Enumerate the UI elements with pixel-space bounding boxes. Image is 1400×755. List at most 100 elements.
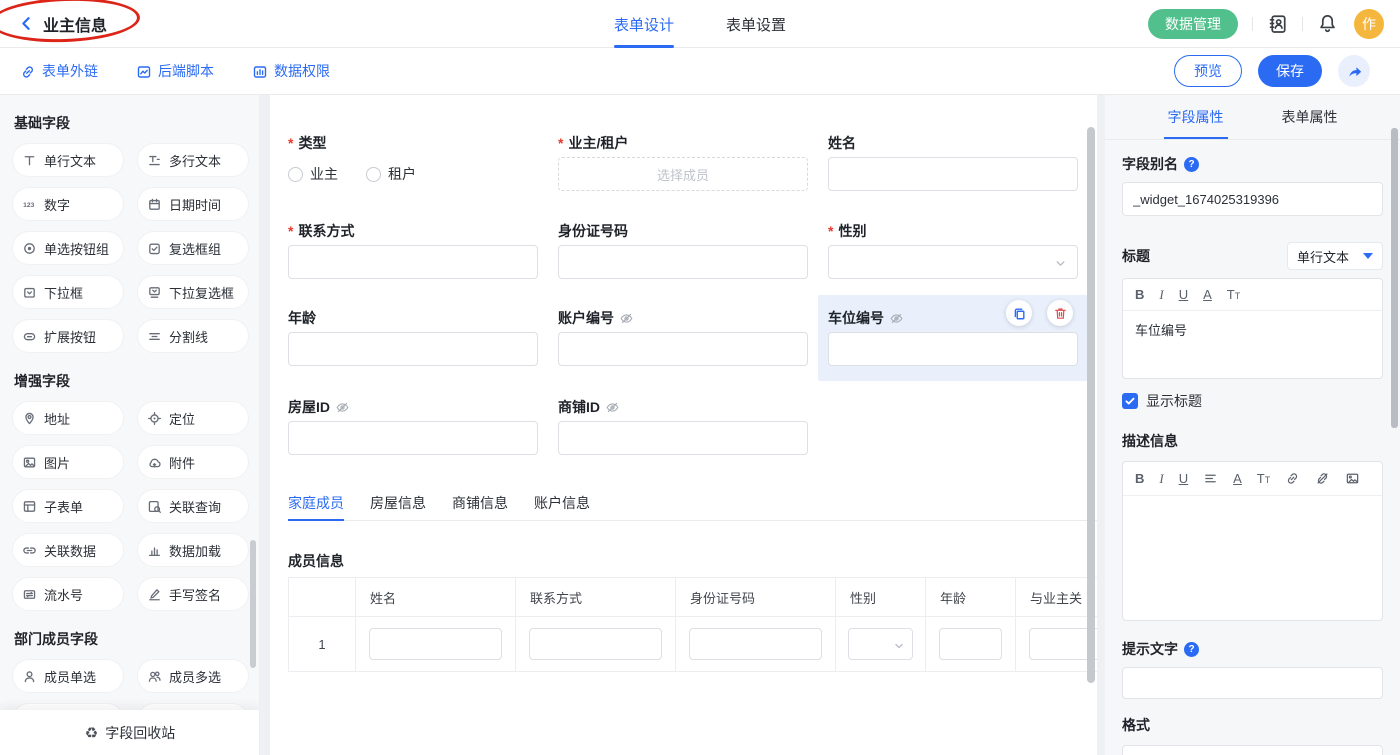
- avatar[interactable]: 作: [1354, 9, 1384, 39]
- radio-option[interactable]: 租户: [366, 164, 416, 184]
- field-pill-image[interactable]: 图片: [12, 445, 124, 479]
- field-pill-location[interactable]: 定位: [137, 401, 249, 435]
- font-color-icon[interactable]: A: [1233, 472, 1242, 485]
- field-pill-textarea[interactable]: 多行文本: [137, 143, 249, 177]
- title-editor-content[interactable]: 车位编号: [1123, 311, 1382, 378]
- field-select[interactable]: [828, 245, 1078, 279]
- data-manage-button[interactable]: 数据管理: [1148, 9, 1238, 39]
- format-select[interactable]: 无: [1122, 745, 1383, 755]
- link-icon[interactable]: [1285, 471, 1300, 486]
- help-icon[interactable]: ?: [1184, 157, 1199, 172]
- field-pill-dataload[interactable]: 数据加载: [137, 533, 249, 567]
- font-color-icon[interactable]: A: [1203, 288, 1212, 301]
- form-field-cell[interactable]: *类型业主租户: [288, 133, 538, 185]
- field-input[interactable]: [558, 332, 808, 366]
- field-pill-button[interactable]: 扩展按钮: [12, 319, 124, 353]
- toolbar-link-link[interactable]: 表单外链: [20, 61, 98, 81]
- subsection-tab-2[interactable]: 房屋信息: [370, 493, 426, 520]
- underline-icon[interactable]: U: [1179, 472, 1188, 485]
- field-pill-sign[interactable]: 手写签名: [137, 577, 249, 611]
- subform-cell-input[interactable]: [939, 628, 1002, 660]
- notifications-icon[interactable]: [1317, 13, 1338, 34]
- field-input[interactable]: [828, 332, 1078, 366]
- underline-icon[interactable]: U: [1179, 288, 1188, 301]
- form-field-cell[interactable]: 车位编号: [828, 308, 1078, 366]
- panel-tab-2[interactable]: 表单属性: [1278, 95, 1342, 139]
- chevron-down-icon: [892, 637, 906, 655]
- share-button[interactable]: [1338, 55, 1370, 87]
- title-type-select[interactable]: 单行文本: [1287, 242, 1383, 270]
- field-pill-checkbox[interactable]: 复选框组: [137, 231, 249, 265]
- field-pill-member[interactable]: 成员单选: [12, 659, 124, 693]
- subform-cell-select[interactable]: [848, 628, 913, 660]
- field-pill-address[interactable]: 地址: [12, 401, 124, 435]
- panel-scrollbar[interactable]: [1391, 128, 1398, 428]
- toolbar-link-script[interactable]: 后端脚本: [136, 61, 214, 81]
- description-editor-content[interactable]: [1123, 496, 1382, 620]
- header-tab-2[interactable]: 表单设置: [726, 0, 786, 48]
- field-input[interactable]: [558, 421, 808, 455]
- subform-cell-input[interactable]: [529, 628, 662, 660]
- subsection-tab-3[interactable]: 商铺信息: [452, 493, 508, 520]
- field-pill-number[interactable]: 123数字: [12, 187, 124, 221]
- help-icon[interactable]: ?: [1184, 642, 1199, 657]
- radio-option[interactable]: 业主: [288, 164, 338, 184]
- form-field-cell[interactable]: *业主/租户选择成员: [558, 133, 808, 191]
- form-field-cell[interactable]: 商铺ID: [558, 397, 808, 455]
- subsection-tab-1[interactable]: 家庭成员: [288, 493, 344, 520]
- field-pill-divider[interactable]: 分割线: [137, 319, 249, 353]
- field-input[interactable]: [288, 245, 538, 279]
- save-button[interactable]: 保存: [1258, 55, 1322, 87]
- form-field-cell[interactable]: 身份证号码: [558, 221, 808, 279]
- subform-cell-input[interactable]: [369, 628, 502, 660]
- unlink-icon[interactable]: [1315, 471, 1330, 486]
- show-title-checkbox[interactable]: [1122, 393, 1138, 409]
- bold-icon[interactable]: B: [1135, 472, 1144, 485]
- field-input[interactable]: [288, 421, 538, 455]
- field-pill-multiselect[interactable]: 下拉复选框: [137, 275, 249, 309]
- preview-button[interactable]: 预览: [1174, 55, 1242, 87]
- canvas-scrollbar[interactable]: [1087, 127, 1095, 683]
- image-icon[interactable]: [1345, 471, 1360, 486]
- field-pill-attachment[interactable]: 附件: [137, 445, 249, 479]
- bold-icon[interactable]: B: [1135, 288, 1144, 301]
- field-pill-text[interactable]: 单行文本: [12, 143, 124, 177]
- subform-cell-input[interactable]: [689, 628, 822, 660]
- header-tab-1[interactable]: 表单设计: [614, 0, 674, 48]
- field-input[interactable]: [558, 245, 808, 279]
- form-field-cell[interactable]: 年龄: [288, 308, 538, 366]
- field-pill-radio[interactable]: 单选按钮组: [12, 231, 124, 265]
- sidebar-scrollbar[interactable]: [250, 540, 256, 668]
- form-field-cell[interactable]: 姓名: [828, 133, 1078, 191]
- field-pill-members[interactable]: 成员多选: [137, 659, 249, 693]
- panel-tab-1[interactable]: 字段属性: [1164, 95, 1228, 139]
- field-pill-lookup[interactable]: 关联查询: [137, 489, 249, 523]
- align-icon[interactable]: [1203, 471, 1218, 486]
- alias-input[interactable]: [1122, 182, 1383, 216]
- field-pill-linkdata[interactable]: 关联数据: [12, 533, 124, 567]
- back-button[interactable]: [18, 15, 35, 32]
- hint-input[interactable]: [1122, 667, 1383, 699]
- form-field-cell[interactable]: *联系方式: [288, 221, 538, 279]
- subsection-tab-4[interactable]: 账户信息: [534, 493, 590, 520]
- font-size-icon[interactable]: TT: [1227, 288, 1240, 301]
- italic-icon[interactable]: I: [1159, 288, 1163, 301]
- contacts-icon[interactable]: [1267, 13, 1288, 34]
- required-mark: *: [558, 135, 563, 151]
- field-input[interactable]: [828, 157, 1078, 191]
- form-field-cell[interactable]: 账户编号: [558, 308, 808, 366]
- field-pill-serial[interactable]: 流水号: [12, 577, 124, 611]
- field-pill-date[interactable]: 日期时间: [137, 187, 249, 221]
- toolbar-link-dataperm[interactable]: 数据权限: [252, 61, 330, 81]
- recycle-bin-bar[interactable]: ♻ 字段回收站: [0, 710, 260, 755]
- font-size-icon[interactable]: TT: [1257, 472, 1270, 485]
- form-field-cell[interactable]: *性别: [828, 221, 1078, 279]
- italic-icon[interactable]: I: [1159, 472, 1163, 485]
- field-pill-select[interactable]: 下拉框: [12, 275, 124, 309]
- field-pill-subform[interactable]: 子表单: [12, 489, 124, 523]
- member-picker[interactable]: 选择成员: [558, 157, 808, 191]
- copy-field-button[interactable]: [1006, 300, 1032, 326]
- field-input[interactable]: [288, 332, 538, 366]
- delete-field-button[interactable]: [1047, 300, 1073, 326]
- form-field-cell[interactable]: 房屋ID: [288, 397, 538, 455]
